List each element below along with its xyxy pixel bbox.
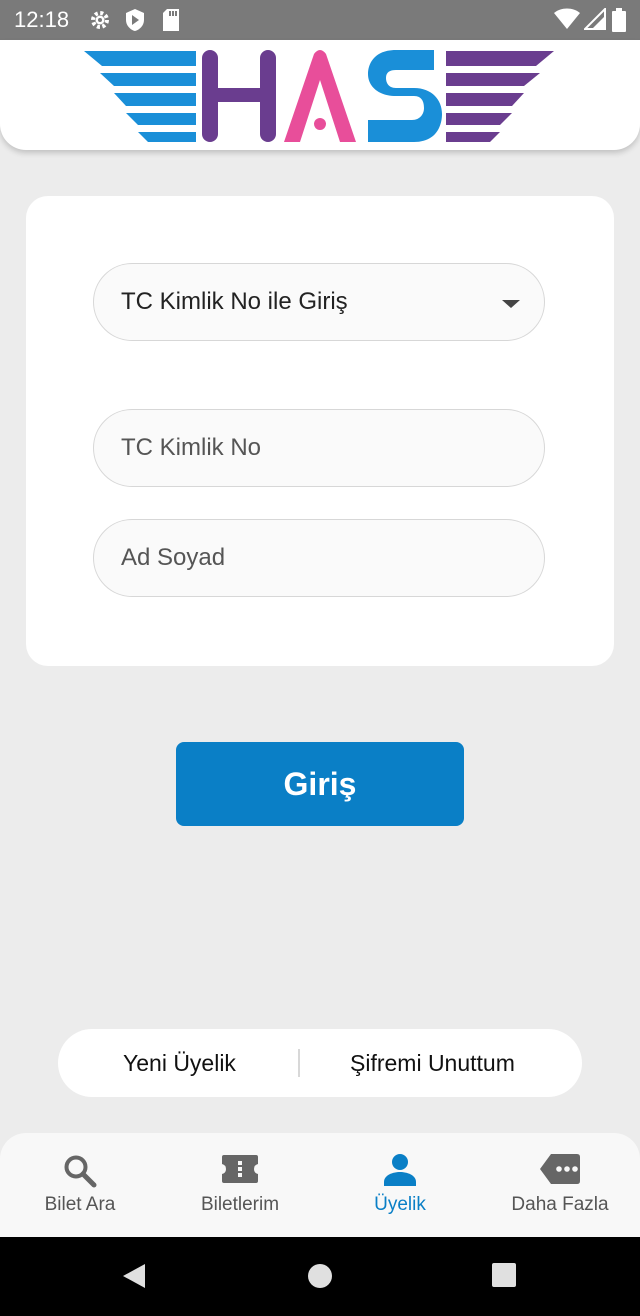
login-type-selected: TC Kimlik No ile Giriş: [121, 288, 348, 315]
nav-biletlerim[interactable]: Biletlerim: [160, 1133, 320, 1237]
nav-label: Bilet Ara: [44, 1194, 116, 1215]
nav-bilet-ara[interactable]: Bilet Ara: [0, 1133, 160, 1237]
nav-label: Üyelik: [374, 1194, 426, 1215]
link-divider: [298, 1049, 300, 1077]
app-header: [0, 40, 640, 150]
signal-icon: [582, 6, 606, 35]
bottom-nav: Bilet Ara Biletlerim Üyelik Daha Fazla: [0, 1133, 640, 1237]
login-type-dropdown[interactable]: TC Kimlik No ile Giriş: [93, 263, 545, 341]
back-icon[interactable]: [121, 1263, 147, 1294]
sd-card-icon: [161, 8, 181, 37]
tc-kimlik-field-wrapper: [93, 409, 545, 487]
account-links-bar: Yeni Üyelik Şifremi Unuttum: [58, 1029, 582, 1097]
gear-icon: [88, 8, 112, 37]
nav-daha-fazla[interactable]: Daha Fazla: [480, 1133, 640, 1237]
wifi-icon: [554, 8, 580, 35]
status-bar: 12:18: [0, 0, 640, 40]
new-member-link[interactable]: Yeni Üyelik: [123, 1050, 236, 1077]
search-icon: [0, 1153, 160, 1189]
recents-icon[interactable]: [492, 1263, 516, 1292]
nav-label: Daha Fazla: [511, 1194, 609, 1215]
system-nav-bar: [0, 1237, 640, 1316]
person-icon: [320, 1153, 480, 1189]
shield-play-icon: [124, 8, 146, 37]
battery-icon: [612, 8, 626, 37]
login-button[interactable]: Giriş: [176, 742, 464, 826]
ad-soyad-field-wrapper: [93, 519, 545, 597]
ticket-icon: [160, 1153, 320, 1189]
tc-kimlik-input[interactable]: [94, 410, 544, 486]
more-tag-icon: [480, 1153, 640, 1189]
status-time: 12:18: [14, 7, 70, 32]
forgot-password-link[interactable]: Şifremi Unuttum: [350, 1050, 515, 1077]
nav-label: Biletlerim: [200, 1194, 280, 1215]
has-logo: [84, 46, 554, 151]
login-card: TC Kimlik No ile Giriş: [26, 196, 614, 666]
nav-uyelik[interactable]: Üyelik: [320, 1133, 480, 1237]
caret-down-icon: [502, 300, 520, 308]
home-icon[interactable]: [307, 1263, 333, 1294]
ad-soyad-input[interactable]: [94, 520, 544, 596]
